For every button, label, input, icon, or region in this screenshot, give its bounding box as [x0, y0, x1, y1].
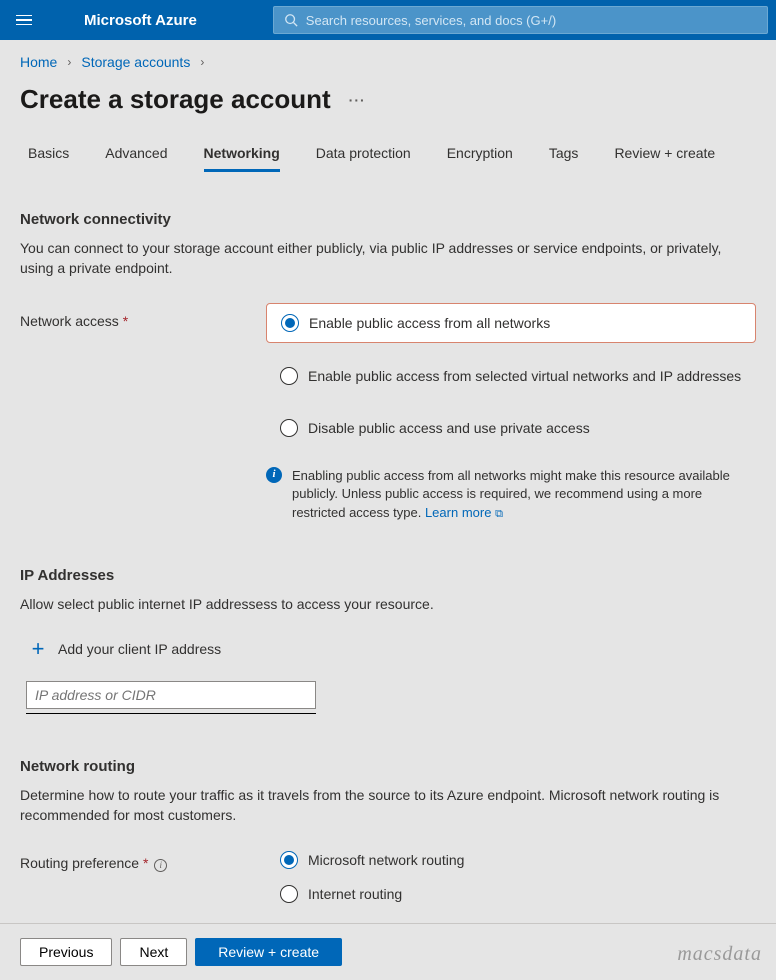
search-input[interactable] [306, 13, 757, 28]
tab-review-create[interactable]: Review + create [614, 145, 715, 172]
wizard-tabs: Basics Advanced Networking Data protecti… [20, 145, 756, 173]
radio-label: Enable public access from selected virtu… [308, 368, 741, 384]
network-access-radio-group: Enable public access from all networks E… [266, 303, 756, 524]
radio-label: Microsoft network routing [308, 852, 464, 868]
section-title-ip-addresses: IP Addresses [20, 567, 756, 584]
external-link-icon: ⧉ [495, 508, 503, 520]
chevron-right-icon: › [200, 55, 204, 69]
breadcrumb-storage-accounts[interactable]: Storage accounts [81, 54, 190, 70]
radio-icon [280, 367, 298, 385]
info-icon: i [266, 467, 282, 483]
top-bar: Microsoft Azure [0, 0, 776, 40]
routing-preference-field: Routing preference * i Microsoft network… [20, 851, 756, 903]
learn-more-link[interactable]: Learn more ⧉ [425, 505, 503, 520]
plus-icon: + [28, 639, 48, 659]
section-desc-ip-addresses: Allow select public internet IP addresse… [20, 594, 740, 614]
brand-label: Microsoft Azure [84, 12, 197, 29]
network-access-field: Network access * Enable public access fr… [20, 303, 756, 524]
add-client-ip-label: Add your client IP address [58, 641, 221, 657]
radio-disable-public-access[interactable]: Disable public access and use private ac… [266, 409, 756, 447]
radio-label: Disable public access and use private ac… [308, 420, 590, 436]
chevron-right-icon: › [67, 55, 71, 69]
hamburger-menu-icon[interactable] [8, 4, 40, 36]
radio-internet-routing[interactable]: Internet routing [266, 885, 478, 903]
more-actions-icon[interactable]: ··· [349, 92, 366, 108]
breadcrumb: Home › Storage accounts › [20, 54, 756, 70]
routing-radio-group: Microsoft network routing Internet routi… [266, 851, 478, 903]
ip-address-input[interactable] [26, 681, 316, 709]
page-content: Home › Storage accounts › Create a stora… [0, 40, 776, 903]
section-desc-network-routing: Determine how to route your traffic as i… [20, 785, 740, 826]
section-title-network-connectivity: Network connectivity [20, 211, 756, 228]
tab-basics[interactable]: Basics [28, 145, 69, 172]
tab-networking[interactable]: Networking [204, 145, 280, 172]
previous-button[interactable]: Previous [20, 938, 112, 966]
radio-microsoft-routing[interactable]: Microsoft network routing [266, 851, 478, 869]
search-icon [284, 13, 298, 27]
network-access-label: Network access * [20, 303, 256, 329]
info-text: Enabling public access from all networks… [292, 468, 730, 521]
section-desc-network-connectivity: You can connect to your storage account … [20, 238, 740, 279]
next-button[interactable]: Next [120, 938, 187, 966]
routing-preference-label: Routing preference * i [20, 851, 256, 872]
section-title-network-routing: Network routing [20, 758, 756, 775]
tab-encryption[interactable]: Encryption [447, 145, 513, 172]
review-create-button[interactable]: Review + create [195, 938, 342, 966]
page-title-text: Create a storage account [20, 84, 331, 115]
global-search[interactable] [273, 6, 768, 34]
info-message-public-access: i Enabling public access from all networ… [266, 467, 756, 524]
wizard-footer: Previous Next Review + create [0, 923, 776, 980]
radio-icon [281, 314, 299, 332]
add-client-ip-button[interactable]: + Add your client IP address [28, 639, 756, 659]
radio-enable-selected-networks[interactable]: Enable public access from selected virtu… [266, 357, 756, 395]
tab-data-protection[interactable]: Data protection [316, 145, 411, 172]
radio-icon [280, 851, 298, 869]
input-underline [26, 713, 316, 714]
watermark: macsdata [677, 943, 762, 966]
tab-advanced[interactable]: Advanced [105, 145, 167, 172]
page-title: Create a storage account ··· [20, 84, 756, 115]
radio-icon [280, 885, 298, 903]
radio-label: Enable public access from all networks [309, 315, 550, 331]
tab-tags[interactable]: Tags [549, 145, 579, 172]
radio-icon [280, 419, 298, 437]
radio-label: Internet routing [308, 886, 402, 902]
breadcrumb-home[interactable]: Home [20, 54, 57, 70]
info-icon[interactable]: i [154, 859, 167, 872]
radio-enable-all-networks[interactable]: Enable public access from all networks [266, 303, 756, 343]
